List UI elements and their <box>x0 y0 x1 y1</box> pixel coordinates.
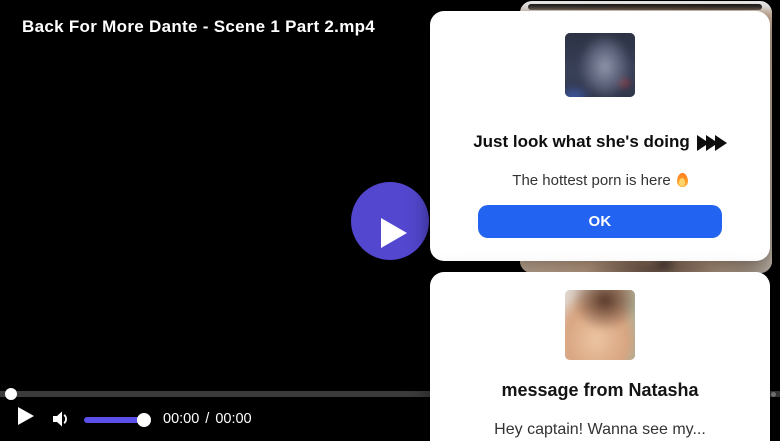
message-body: Hey captain! Wanna see my... <box>494 421 706 438</box>
offer-heading-text: Just look what she's doing <box>473 132 690 151</box>
volume-button[interactable] <box>49 407 73 431</box>
ok-button[interactable]: OK <box>478 205 722 238</box>
play-button[interactable] <box>18 407 34 425</box>
volume-icon <box>53 411 67 427</box>
time-separator: / <box>205 411 210 427</box>
message-heading: message from Natasha <box>501 380 699 400</box>
seek-handle[interactable] <box>5 388 17 400</box>
fire-emoji-icon <box>676 173 688 187</box>
play-icon <box>18 407 34 425</box>
dot-decoration <box>771 392 776 397</box>
offer-subtext: The hottest porn is here <box>430 172 770 189</box>
play-icon <box>381 218 407 248</box>
message-thumbnail-image[interactable] <box>565 290 635 360</box>
offer-heading: Just look what she's doing <box>430 132 770 152</box>
time-display: 00:00 / 00:00 <box>163 411 252 427</box>
volume-handle[interactable] <box>137 413 151 427</box>
ad-thumbnail-image[interactable] <box>565 33 635 97</box>
popup-ad-offer: Just look what she's doing The hottest p… <box>430 11 770 261</box>
big-play-button[interactable] <box>351 182 429 260</box>
triple-play-arrows-icon <box>696 135 727 151</box>
volume-slider[interactable] <box>84 413 151 427</box>
video-player-screen: Back For More Dante - Scene 1 Part 2.mp4… <box>0 0 780 441</box>
video-title: Back For More Dante - Scene 1 Part 2.mp4 <box>22 17 376 36</box>
offer-subtext-text: The hottest porn is here <box>512 172 671 189</box>
popup-ad-message: message from Natasha Hey captain! Wanna … <box>430 272 770 441</box>
current-time: 00:00 <box>163 411 200 427</box>
message-thumbnail-blur <box>565 290 635 360</box>
ad-thumbnail-blur <box>565 33 635 97</box>
total-time: 00:00 <box>215 411 252 427</box>
